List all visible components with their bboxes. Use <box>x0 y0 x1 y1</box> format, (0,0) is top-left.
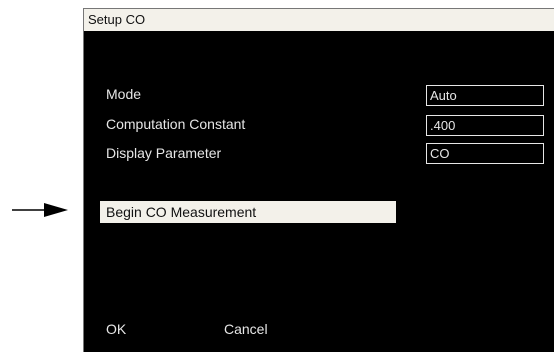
setup-co-dialog: Setup CO Mode Auto Computation Constant … <box>83 8 554 352</box>
mode-field[interactable]: Auto <box>426 85 544 106</box>
ok-button[interactable]: OK <box>106 320 126 338</box>
display-parameter-field[interactable]: CO <box>426 143 544 164</box>
computation-constant-label: Computation Constant <box>106 116 246 132</box>
begin-co-measurement-button[interactable]: Begin CO Measurement <box>100 201 396 223</box>
cancel-button[interactable]: Cancel <box>224 320 268 338</box>
dialog-title: Setup CO <box>84 9 554 31</box>
mode-label: Mode <box>106 86 142 102</box>
computation-constant-field[interactable]: .400 <box>426 115 544 136</box>
arrow-right-icon <box>12 203 68 217</box>
display-parameter-label: Display Parameter <box>106 145 222 161</box>
